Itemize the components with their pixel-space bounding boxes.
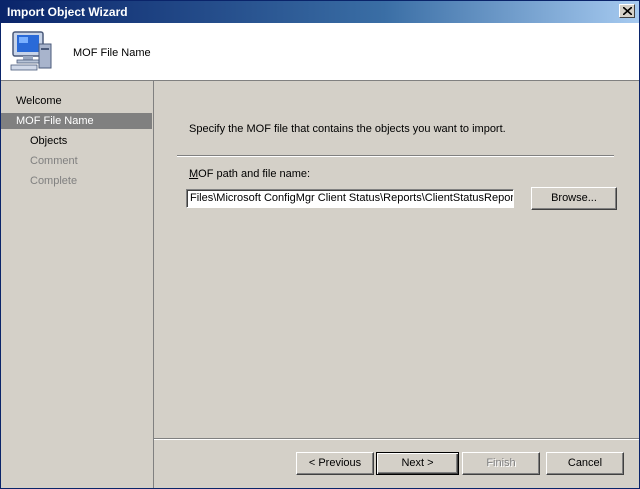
next-button[interactable]: Next > <box>376 452 459 475</box>
wizard-header: MOF File Name <box>1 23 639 81</box>
nav-item-welcome[interactable]: Welcome <box>1 93 152 109</box>
mof-path-input[interactable]: Files\Microsoft ConfigMgr Client Status\… <box>186 189 514 208</box>
finish-button: Finish <box>462 452 540 475</box>
nav-item-comment: Comment <box>30 155 78 167</box>
instruction-text: Specify the MOF file that contains the o… <box>189 123 506 135</box>
header-title: MOF File Name <box>73 47 151 59</box>
window-title: Import Object Wizard <box>7 5 128 19</box>
close-button[interactable] <box>619 4 635 18</box>
footer-separator <box>154 438 639 440</box>
title-bar[interactable]: Import Object Wizard <box>1 1 639 23</box>
previous-button[interactable]: < Previous <box>296 452 374 475</box>
browse-button[interactable]: Browse... <box>531 187 617 210</box>
wizard-steps-nav: Welcome MOF File Name Objects Comment Co… <box>1 81 154 488</box>
mof-path-label: MOF path and file name: <box>189 168 310 180</box>
wizard-content: Specify the MOF file that contains the o… <box>154 81 639 438</box>
wizard-window: Import Object Wizard MOF File Name Welco… <box>0 0 640 489</box>
content-separator <box>177 155 614 157</box>
close-icon <box>623 7 632 15</box>
nav-item-mof-file-name[interactable]: MOF File Name <box>1 113 152 129</box>
mof-path-label-accel: M <box>189 168 199 180</box>
nav-item-objects[interactable]: Objects <box>1 133 152 149</box>
nav-item-complete: Complete <box>30 175 78 187</box>
computer-icon <box>10 31 52 71</box>
mof-path-label-text: OF path and file name: <box>198 168 311 180</box>
cancel-button[interactable]: Cancel <box>546 452 624 475</box>
